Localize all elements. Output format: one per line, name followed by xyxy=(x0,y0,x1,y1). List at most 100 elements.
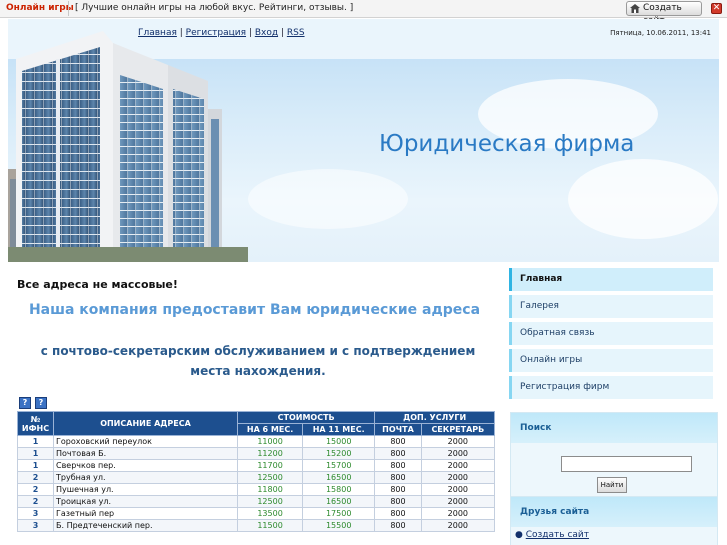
cell-secretary: 2000 xyxy=(420,507,496,520)
content-heading: Все адреса не массовые! xyxy=(17,278,178,291)
table-row: 3 Газетный пер 13500 17500 800 2000 xyxy=(17,507,496,520)
cell-price-11m: 15500 xyxy=(302,519,376,532)
search-box: Поиск Найти xyxy=(510,412,718,498)
search-input[interactable] xyxy=(561,456,692,472)
cell-price-6m: 13500 xyxy=(236,507,304,520)
cell-secretary: 2000 xyxy=(420,483,496,496)
cell-mail: 800 xyxy=(374,447,422,460)
cloud-decoration xyxy=(248,169,408,229)
col-header-secretary: СЕКРЕТАРЬ xyxy=(420,423,496,436)
site-title: Юридическая фирма xyxy=(379,131,635,157)
cell-ifns-num: 1 xyxy=(17,459,54,472)
cell-description: Б. Предтеченский пер. xyxy=(53,519,238,532)
sidebar-item-company-registration[interactable]: Регистрация фирм xyxy=(509,376,713,399)
table-row: 2 Трубная ул. 12500 16500 800 2000 xyxy=(17,471,496,484)
search-box-title: Поиск xyxy=(511,413,717,443)
col-header-desc: ОПИСАНИЕ АДРЕСА xyxy=(53,411,238,436)
top-nav: Главная | Регистрация | Вход | RSS xyxy=(138,28,305,38)
cell-price-6m: 11800 xyxy=(236,483,304,496)
current-date: Пятница, 10.06.2011, 13:41 xyxy=(610,29,711,37)
top-bar-divider xyxy=(68,1,69,16)
col-header-11m: НА 11 МЕС. xyxy=(302,423,376,436)
top-bar: Онлайн игры [ Лучшие онлайн игры на любо… xyxy=(0,0,727,26)
table-row: 3 Б. Предтеченский пер. 11500 15500 800 2000 xyxy=(17,519,496,532)
sidebar-item-online-games[interactable]: Онлайн игры xyxy=(509,349,713,372)
sidebar-item-feedback[interactable]: Обратная связь xyxy=(509,322,713,345)
cell-secretary: 2000 xyxy=(420,435,496,448)
cell-ifns-num: 3 xyxy=(17,519,54,532)
nav-separator: | xyxy=(248,28,252,38)
search-button[interactable]: Найти xyxy=(597,477,627,493)
cell-mail: 800 xyxy=(374,495,422,508)
office-building-image xyxy=(8,31,248,262)
cell-price-11m: 16500 xyxy=(302,471,376,484)
cell-ifns-num: 2 xyxy=(17,495,54,508)
content-subtitle: с почтово-секретарским обслуживанием и с… xyxy=(40,344,476,378)
table-row: 1 Гороховский переулок 11000 15000 800 2000 xyxy=(17,435,496,448)
cell-price-6m: 12500 xyxy=(236,471,304,484)
cell-price-11m: 15800 xyxy=(302,483,376,496)
cell-description: Почтовая Б. xyxy=(53,447,238,460)
help-button[interactable]: ? xyxy=(19,397,31,409)
nav-link-home[interactable]: Главная xyxy=(138,28,177,38)
nav-separator: | xyxy=(179,28,183,38)
col-header-mail: ПОЧТА xyxy=(374,423,422,436)
cell-mail: 800 xyxy=(374,507,422,520)
col-group-cost: СТОИМОСТЬ xyxy=(236,411,376,424)
cell-ifns-num: 2 xyxy=(17,471,54,484)
cell-ifns-num: 3 xyxy=(17,507,54,520)
table-row: 1 Почтовая Б. 11200 15200 800 2000 xyxy=(17,447,496,460)
table-row: 2 Пушечная ул. 11800 15800 800 2000 xyxy=(17,483,496,496)
close-icon[interactable]: ✕ xyxy=(711,3,722,14)
col-header-6m: НА 6 МЕС. xyxy=(236,423,304,436)
friends-box-title: Друзья сайта xyxy=(511,497,717,527)
site-header: Главная | Регистрация | Вход | RSS Пятни… xyxy=(8,19,719,262)
cell-mail: 800 xyxy=(374,519,422,532)
cell-price-11m: 15200 xyxy=(302,447,376,460)
cell-price-11m: 16500 xyxy=(302,495,376,508)
cell-description: Пушечная ул. xyxy=(53,483,238,496)
table-row: 1 Сверчков пер. 11700 15700 800 2000 xyxy=(17,459,496,472)
cell-mail: 800 xyxy=(374,483,422,496)
cell-description: Сверчков пер. xyxy=(53,459,238,472)
address-price-table: № ИФНС ОПИСАНИЕ АДРЕСА СТОИМОСТЬ ДОП. УС… xyxy=(17,411,496,532)
nav-link-rss[interactable]: RSS xyxy=(287,28,305,38)
cell-price-11m: 17500 xyxy=(302,507,376,520)
cell-price-11m: 15000 xyxy=(302,435,376,448)
cell-ifns-num: 1 xyxy=(17,435,54,448)
home-icon xyxy=(630,4,640,13)
content-lead: Наша компания предоставит Вам юридически… xyxy=(28,302,481,318)
cell-mail: 800 xyxy=(374,459,422,472)
table-row: 2 Троицкая ул. 12500 16500 800 2000 xyxy=(17,495,496,508)
sidebar-item-home[interactable]: Главная xyxy=(509,268,713,291)
cell-mail: 800 xyxy=(374,435,422,448)
col-header-num: № ИФНС xyxy=(17,411,54,436)
cell-secretary: 2000 xyxy=(420,519,496,532)
top-bar-tagline[interactable]: [ Лучшие онлайн игры на любой вкус. Рейт… xyxy=(75,3,353,13)
nav-link-register[interactable]: Регистрация xyxy=(186,28,246,38)
nav-separator: | xyxy=(280,28,284,38)
cell-price-6m: 11000 xyxy=(236,435,304,448)
friends-list-item: ● Создать сайт xyxy=(515,530,589,540)
cell-price-11m: 15700 xyxy=(302,459,376,472)
cell-description: Трубная ул. xyxy=(53,471,238,484)
col-group-extra: ДОП. УСЛУГИ xyxy=(374,411,495,424)
friends-box: Друзья сайта ● Создать сайт xyxy=(510,496,718,545)
sidebar-item-gallery[interactable]: Галерея xyxy=(509,295,713,318)
cell-secretary: 2000 xyxy=(420,471,496,484)
cell-price-6m: 12500 xyxy=(236,495,304,508)
main-content: Все адреса не массовые! Наша компания пр… xyxy=(8,264,501,545)
create-site-button[interactable]: Создать сайт xyxy=(626,1,702,26)
cell-mail: 800 xyxy=(374,471,422,484)
cell-description: Гороховский переулок xyxy=(53,435,238,448)
help-button[interactable]: ? xyxy=(35,397,47,409)
bullet-icon: ● xyxy=(515,530,523,540)
cell-ifns-num: 1 xyxy=(17,447,54,460)
top-bar-brand-link[interactable]: Онлайн игры xyxy=(6,3,74,13)
friends-link-create-site[interactable]: Создать сайт xyxy=(526,530,589,540)
nav-link-login[interactable]: Вход xyxy=(255,28,278,38)
cell-description: Троицкая ул. xyxy=(53,495,238,508)
cell-secretary: 2000 xyxy=(420,495,496,508)
cell-ifns-num: 2 xyxy=(17,483,54,496)
cell-secretary: 2000 xyxy=(420,447,496,460)
